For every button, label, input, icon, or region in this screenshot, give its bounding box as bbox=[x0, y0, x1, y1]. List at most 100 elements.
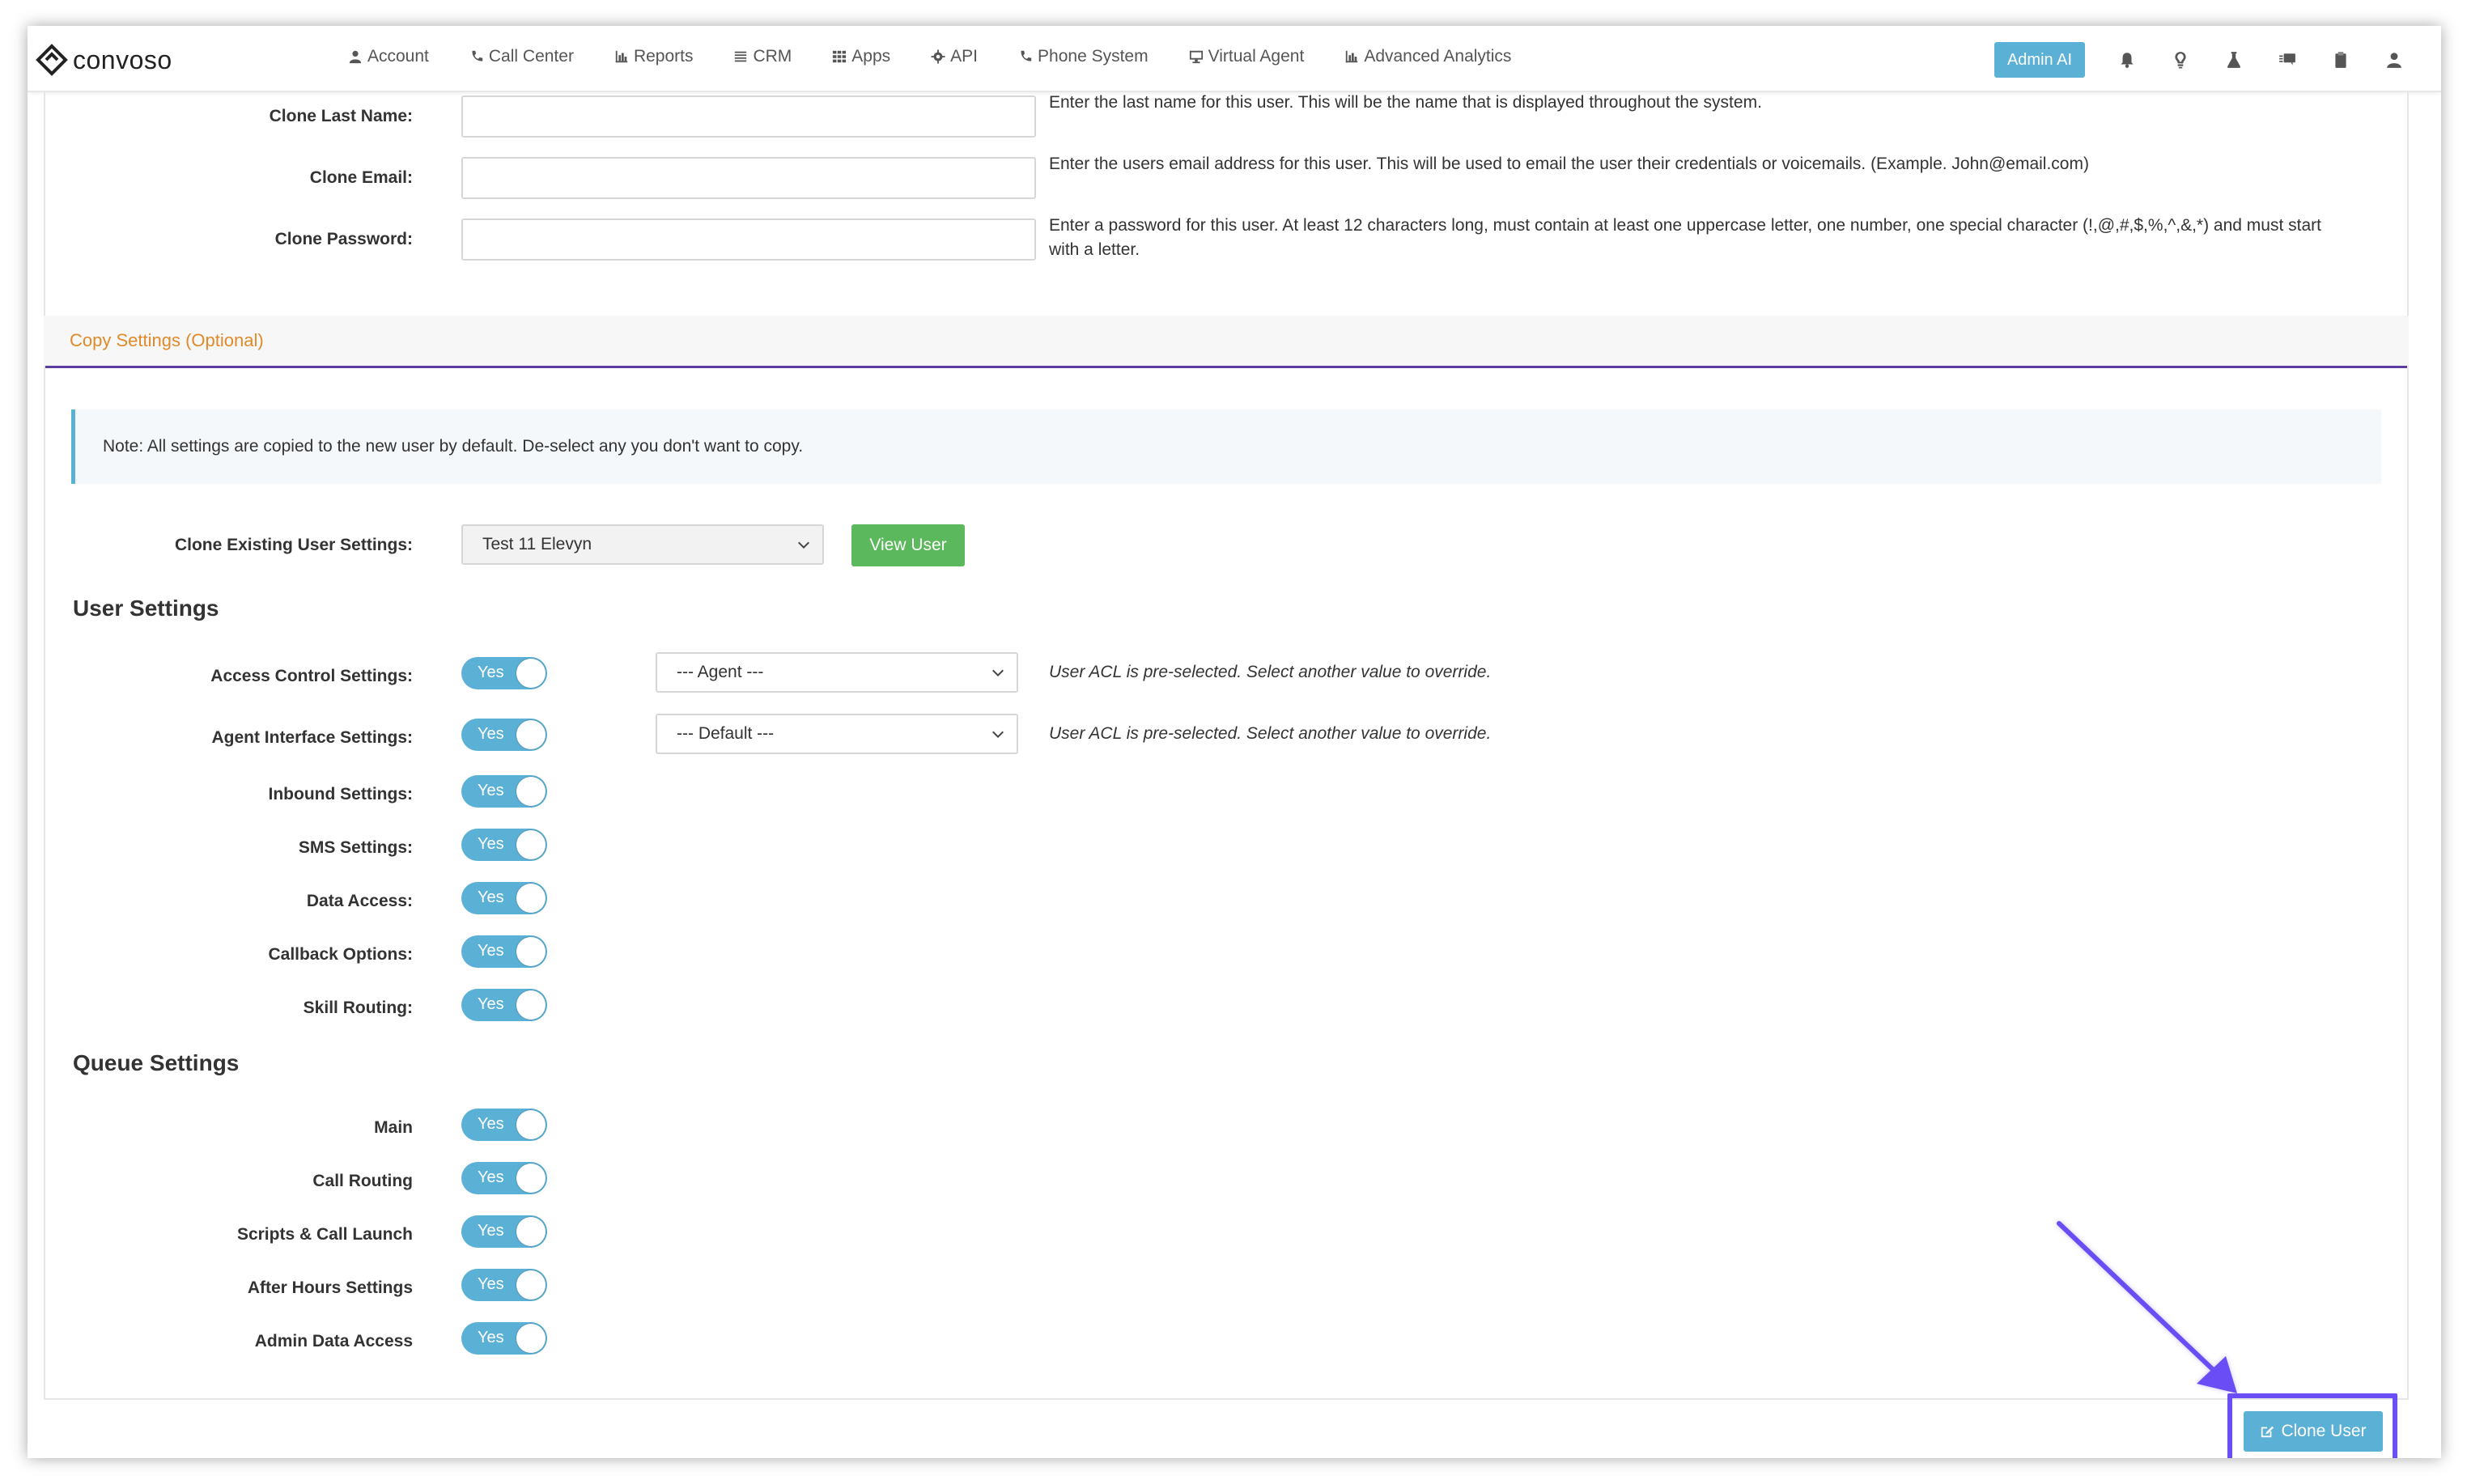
clone-password-help-line1: Enter a password for this user. At least… bbox=[1049, 216, 2321, 235]
nav-crm[interactable]: CRM bbox=[733, 47, 792, 66]
access-control-label: Access Control Settings: bbox=[210, 667, 413, 685]
clone-email-help: Enter the users email address for this u… bbox=[1049, 155, 2089, 173]
toggle-label: Yes bbox=[478, 1275, 504, 1293]
toggle-knob bbox=[516, 1110, 546, 1139]
nav-advanced-analytics-label: Advanced Analytics bbox=[1364, 47, 1512, 66]
nav-call-center-label: Call Center bbox=[488, 47, 574, 66]
clone-email-label: Clone Email: bbox=[309, 168, 413, 187]
after-hours-toggle[interactable]: Yes bbox=[461, 1269, 547, 1301]
chat-icon[interactable] bbox=[2276, 49, 2299, 71]
nav-phone-system[interactable]: Phone System bbox=[1018, 47, 1149, 66]
access-control-select[interactable]: --- Agent --- bbox=[656, 652, 1018, 693]
toggle-knob bbox=[516, 1324, 546, 1353]
toggle-label: Yes bbox=[478, 725, 504, 743]
skill-routing-label: Skill Routing: bbox=[303, 999, 413, 1017]
toggle-label: Yes bbox=[478, 835, 504, 853]
clone-existing-select[interactable]: Test 11 Elevyn bbox=[461, 524, 824, 565]
call-routing-toggle[interactable]: Yes bbox=[461, 1162, 547, 1194]
clone-user-button[interactable]: Clone User bbox=[2244, 1411, 2383, 1452]
user-settings-heading: User Settings bbox=[73, 596, 219, 621]
clone-existing-label: Clone Existing User Settings: bbox=[174, 536, 413, 554]
clone-password-help-line2: with a letter. bbox=[1049, 240, 1140, 259]
bell-icon[interactable] bbox=[2116, 49, 2138, 71]
admin-data-access-label: Admin Data Access bbox=[254, 1332, 413, 1350]
nav-phone-system-label: Phone System bbox=[1038, 47, 1149, 66]
call-routing-label: Call Routing bbox=[312, 1172, 413, 1190]
copy-settings-section-header: Copy Settings (Optional) bbox=[44, 316, 2409, 368]
clipboard-icon[interactable] bbox=[2329, 49, 2352, 71]
clone-email-input[interactable] bbox=[461, 157, 1036, 199]
scripts-call-launch-label: Scripts & Call Launch bbox=[236, 1225, 413, 1244]
toggle-knob bbox=[516, 777, 546, 806]
toggle-label: Yes bbox=[478, 1329, 504, 1346]
convoso-logo[interactable]: convoso bbox=[36, 44, 172, 76]
chevron-down-icon bbox=[991, 731, 1004, 739]
copy-settings-note-text: Note: All settings are copied to the new… bbox=[103, 437, 804, 456]
lightbulb-icon[interactable] bbox=[2169, 49, 2192, 71]
queue-main-toggle[interactable]: Yes bbox=[461, 1109, 547, 1141]
scripts-call-launch-toggle[interactable]: Yes bbox=[461, 1215, 547, 1248]
agent-interface-select[interactable]: --- Default --- bbox=[656, 714, 1018, 754]
clone-existing-value: Test 11 Elevyn bbox=[482, 535, 592, 553]
gear-icon bbox=[931, 49, 945, 64]
toggle-knob bbox=[516, 659, 546, 688]
inbound-settings-toggle[interactable]: Yes bbox=[461, 775, 547, 808]
nav-account-label: Account bbox=[367, 47, 429, 66]
sms-settings-label: SMS Settings: bbox=[298, 838, 413, 857]
clone-password-input[interactable] bbox=[461, 218, 1036, 261]
nav-api[interactable]: API bbox=[931, 47, 978, 66]
data-access-toggle[interactable]: Yes bbox=[461, 882, 547, 914]
user-icon[interactable] bbox=[2383, 49, 2405, 71]
sms-settings-toggle[interactable]: Yes bbox=[461, 829, 547, 861]
monitor-icon bbox=[1189, 50, 1203, 64]
callback-options-label: Callback Options: bbox=[268, 945, 413, 964]
agent-interface-toggle[interactable]: Yes bbox=[461, 719, 547, 751]
nav-reports[interactable]: Reports bbox=[614, 47, 694, 66]
skill-routing-toggle[interactable]: Yes bbox=[461, 989, 547, 1021]
nav-account[interactable]: Account bbox=[348, 47, 429, 66]
bar-chart-icon bbox=[1346, 50, 1358, 63]
brand-name: convoso bbox=[73, 45, 172, 74]
bar-chart-icon bbox=[615, 50, 628, 63]
toggle-knob bbox=[516, 830, 546, 859]
clone-last-name-input[interactable] bbox=[461, 95, 1036, 138]
toggle-label: Yes bbox=[478, 1168, 504, 1186]
nav-advanced-analytics[interactable]: Advanced Analytics bbox=[1344, 47, 1511, 66]
toggle-label: Yes bbox=[478, 995, 504, 1013]
access-control-toggle[interactable]: Yes bbox=[461, 657, 547, 689]
grid-icon bbox=[833, 50, 847, 63]
nav-apps[interactable]: Apps bbox=[832, 47, 890, 66]
data-access-label: Data Access: bbox=[306, 892, 413, 910]
agent-interface-select-value: --- Default --- bbox=[677, 724, 775, 743]
admin-ai-button[interactable]: Admin AI bbox=[1994, 42, 2085, 78]
access-control-help: User ACL is pre-selected. Select another… bbox=[1049, 663, 1492, 681]
chevron-down-icon bbox=[991, 669, 1004, 677]
copy-settings-title: Copy Settings (Optional) bbox=[70, 330, 264, 350]
callback-options-toggle[interactable]: Yes bbox=[461, 935, 547, 968]
clone-last-name-help: Enter the last name for this user. This … bbox=[1049, 93, 1762, 112]
nav-reports-label: Reports bbox=[633, 47, 694, 66]
toggle-knob bbox=[516, 1270, 546, 1300]
nav-apps-label: Apps bbox=[851, 47, 891, 66]
agent-interface-label: Agent Interface Settings: bbox=[211, 728, 413, 747]
phone-icon bbox=[472, 50, 483, 61]
admin-data-access-toggle[interactable]: Yes bbox=[461, 1322, 547, 1355]
main-content: Clone Last Name: Enter the last name for… bbox=[28, 91, 2441, 1458]
clone-last-name-label: Clone Last Name: bbox=[269, 107, 413, 125]
agent-interface-help: User ACL is pre-selected. Select another… bbox=[1049, 724, 1492, 743]
after-hours-label: After Hours Settings bbox=[247, 1278, 413, 1297]
annotation-arrow-icon bbox=[2057, 1221, 2237, 1393]
access-control-select-value: --- Agent --- bbox=[677, 663, 764, 681]
nav-virtual-agent[interactable]: Virtual Agent bbox=[1189, 47, 1304, 66]
toggle-knob bbox=[516, 720, 546, 749]
clone-password-label: Clone Password: bbox=[274, 230, 413, 248]
toggle-knob bbox=[516, 1164, 546, 1193]
top-navbar: convoso Account Call Center Reports CRM … bbox=[28, 26, 2441, 92]
flask-icon[interactable] bbox=[2223, 49, 2245, 71]
nav-call-center[interactable]: Call Center bbox=[469, 47, 574, 66]
list-icon bbox=[735, 51, 747, 62]
convoso-logo-icon bbox=[36, 44, 68, 76]
view-user-button[interactable]: View User bbox=[851, 524, 965, 566]
inbound-settings-label: Inbound Settings: bbox=[268, 785, 413, 803]
toggle-knob bbox=[516, 937, 546, 966]
